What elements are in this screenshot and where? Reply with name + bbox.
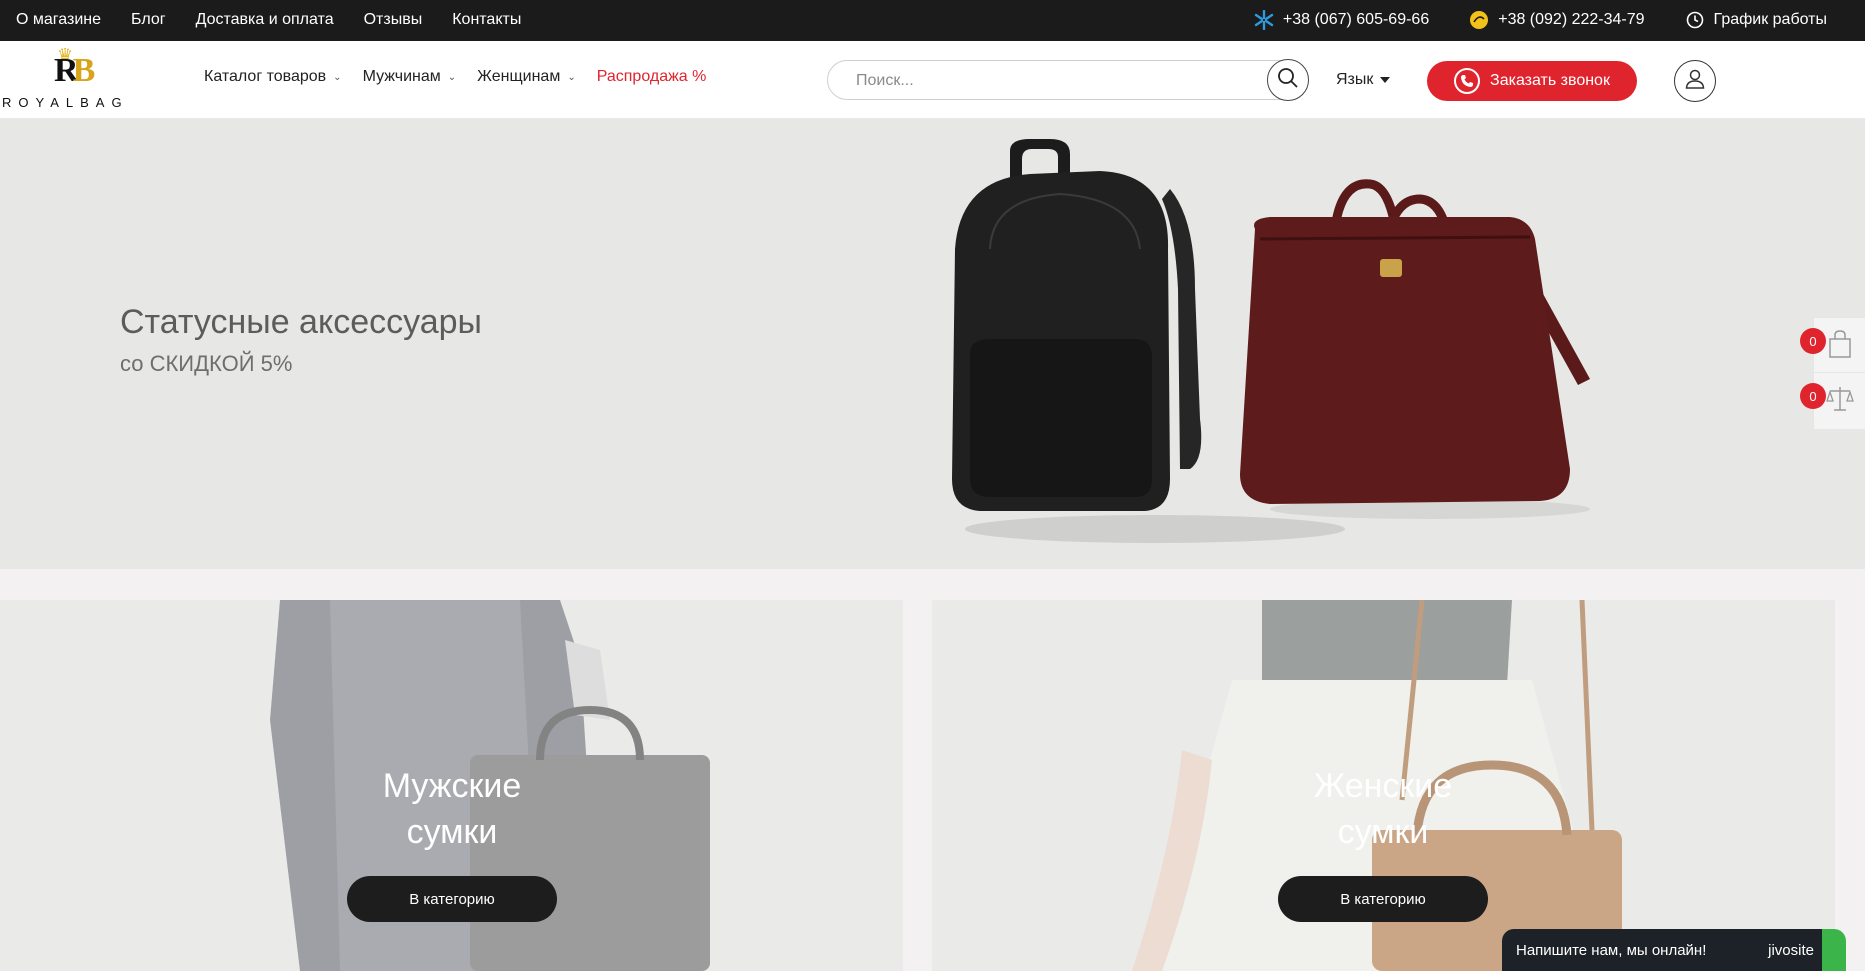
search-button[interactable]	[1267, 59, 1309, 101]
caret-down-icon	[1380, 77, 1391, 83]
main-header: ♛ RB ROYALBAG Каталог товаров ⌄ Мужчинам ⌄…	[0, 41, 1865, 119]
logo[interactable]: ♛ RB ROYALBAG	[2, 45, 150, 113]
phone-1-text: +38 (067) 605-69-66	[1282, 11, 1430, 28]
phone-kyivstar[interactable]: +38 (067) 605-69-66	[1254, 10, 1429, 30]
top-link-delivery[interactable]: Доставка и оплата	[196, 11, 334, 29]
nav-men-label: Мужчинам	[362, 68, 441, 85]
top-link-about[interactable]: О магазине	[16, 11, 101, 29]
nav-sale[interactable]: Распродажа %	[597, 68, 707, 86]
lifecell-icon	[1469, 10, 1489, 30]
nav-men[interactable]: Мужчинам ⌄	[363, 68, 457, 86]
women-title-line2: сумки	[1337, 813, 1429, 851]
main-nav: Каталог товаров ⌄ Мужчинам ⌄ Женщинам ⌄ Рас…	[204, 68, 706, 86]
compare-count-badge: 0	[1800, 383, 1826, 409]
men-category-button[interactable]: В категорию	[347, 876, 557, 922]
top-link-reviews[interactable]: Отзывы	[364, 11, 423, 29]
nav-catalog[interactable]: Каталог товаров ⌄	[204, 68, 342, 86]
cart-widget[interactable]: 0	[1800, 317, 1865, 375]
top-link-contacts[interactable]: Контакты	[452, 11, 521, 29]
logo-letter-b: B	[72, 52, 96, 89]
men-category-title: Мужские сумки	[342, 763, 562, 855]
search-box	[827, 59, 1309, 101]
chevron-down-icon: ⌄	[447, 71, 457, 83]
chevron-down-icon: ⌄	[567, 71, 576, 83]
kyivstar-icon	[1254, 10, 1274, 30]
account-button[interactable]	[1674, 60, 1716, 102]
nav-catalog-label: Каталог товаров	[204, 68, 327, 85]
schedule-text: График работы	[1713, 11, 1827, 28]
category-women[interactable]: Женские сумки В категорию	[932, 600, 1835, 971]
cart-count-badge: 0	[1800, 328, 1826, 354]
men-title-line1: Мужские	[382, 767, 522, 805]
logo-wordmark: ROYALBAG	[2, 95, 129, 110]
schedule-link[interactable]: График работы	[1685, 10, 1827, 30]
top-links: О магазине Блог Доставка и оплата Отзывы…	[16, 11, 521, 29]
search-input[interactable]	[856, 70, 1236, 92]
phone-lifecell[interactable]: +38 (092) 222-34-79	[1469, 10, 1645, 30]
chat-status-indicator	[1822, 929, 1846, 971]
clock-icon	[1685, 10, 1705, 30]
logo-mark: RB	[54, 51, 95, 91]
phone-icon	[1454, 68, 1481, 94]
shopping-bag-icon	[1827, 329, 1853, 364]
women-category-title: Женские сумки	[1273, 763, 1493, 855]
women-title-line1: Женские	[1313, 767, 1453, 805]
hero-bags-image	[952, 139, 1590, 543]
search-icon	[1277, 67, 1299, 94]
chat-text: Напишите нам, мы онлайн!	[1516, 941, 1707, 959]
backpack-image	[952, 139, 1202, 511]
top-link-blog[interactable]: Блог	[131, 11, 166, 29]
chat-widget[interactable]: Напишите нам, мы онлайн! jivosite	[1502, 929, 1846, 971]
women-category-button[interactable]: В категорию	[1278, 876, 1488, 922]
nav-women-label: Женщинам	[477, 68, 561, 85]
language-label: Язык	[1336, 71, 1374, 88]
hero-subtitle: со СКИДКОЙ 5%	[120, 351, 293, 376]
men-title-line2: сумки	[406, 813, 498, 851]
top-contacts: +38 (067) 605-69-66 +38 (092) 222-34-79 …	[1254, 10, 1827, 30]
nav-sale-label: Распродажа %	[596, 68, 707, 85]
hero-banner[interactable]: Статусные аксессуары со СКИДКОЙ 5%	[0, 119, 1865, 569]
briefcase-image	[1240, 179, 1590, 504]
jivosite-logo: jivosite	[1768, 941, 1814, 959]
scales-icon	[1825, 384, 1855, 419]
category-men[interactable]: Мужские сумки В категорию	[0, 600, 903, 971]
top-bar: О магазине Блог Доставка и оплата Отзывы…	[0, 0, 1865, 41]
nav-women[interactable]: Женщинам ⌄	[477, 68, 576, 86]
request-call-label: Заказать звонок	[1490, 72, 1610, 89]
language-selector[interactable]: Язык	[1336, 71, 1391, 89]
request-call-button[interactable]: Заказать звонок	[1427, 61, 1637, 101]
phone-2-text: +38 (092) 222-34-79	[1498, 11, 1645, 28]
chevron-down-icon: ⌄	[333, 71, 342, 83]
compare-widget[interactable]: 0	[1800, 372, 1865, 430]
user-icon	[1683, 67, 1707, 96]
hero-title: Статусные аксессуары	[120, 303, 482, 341]
